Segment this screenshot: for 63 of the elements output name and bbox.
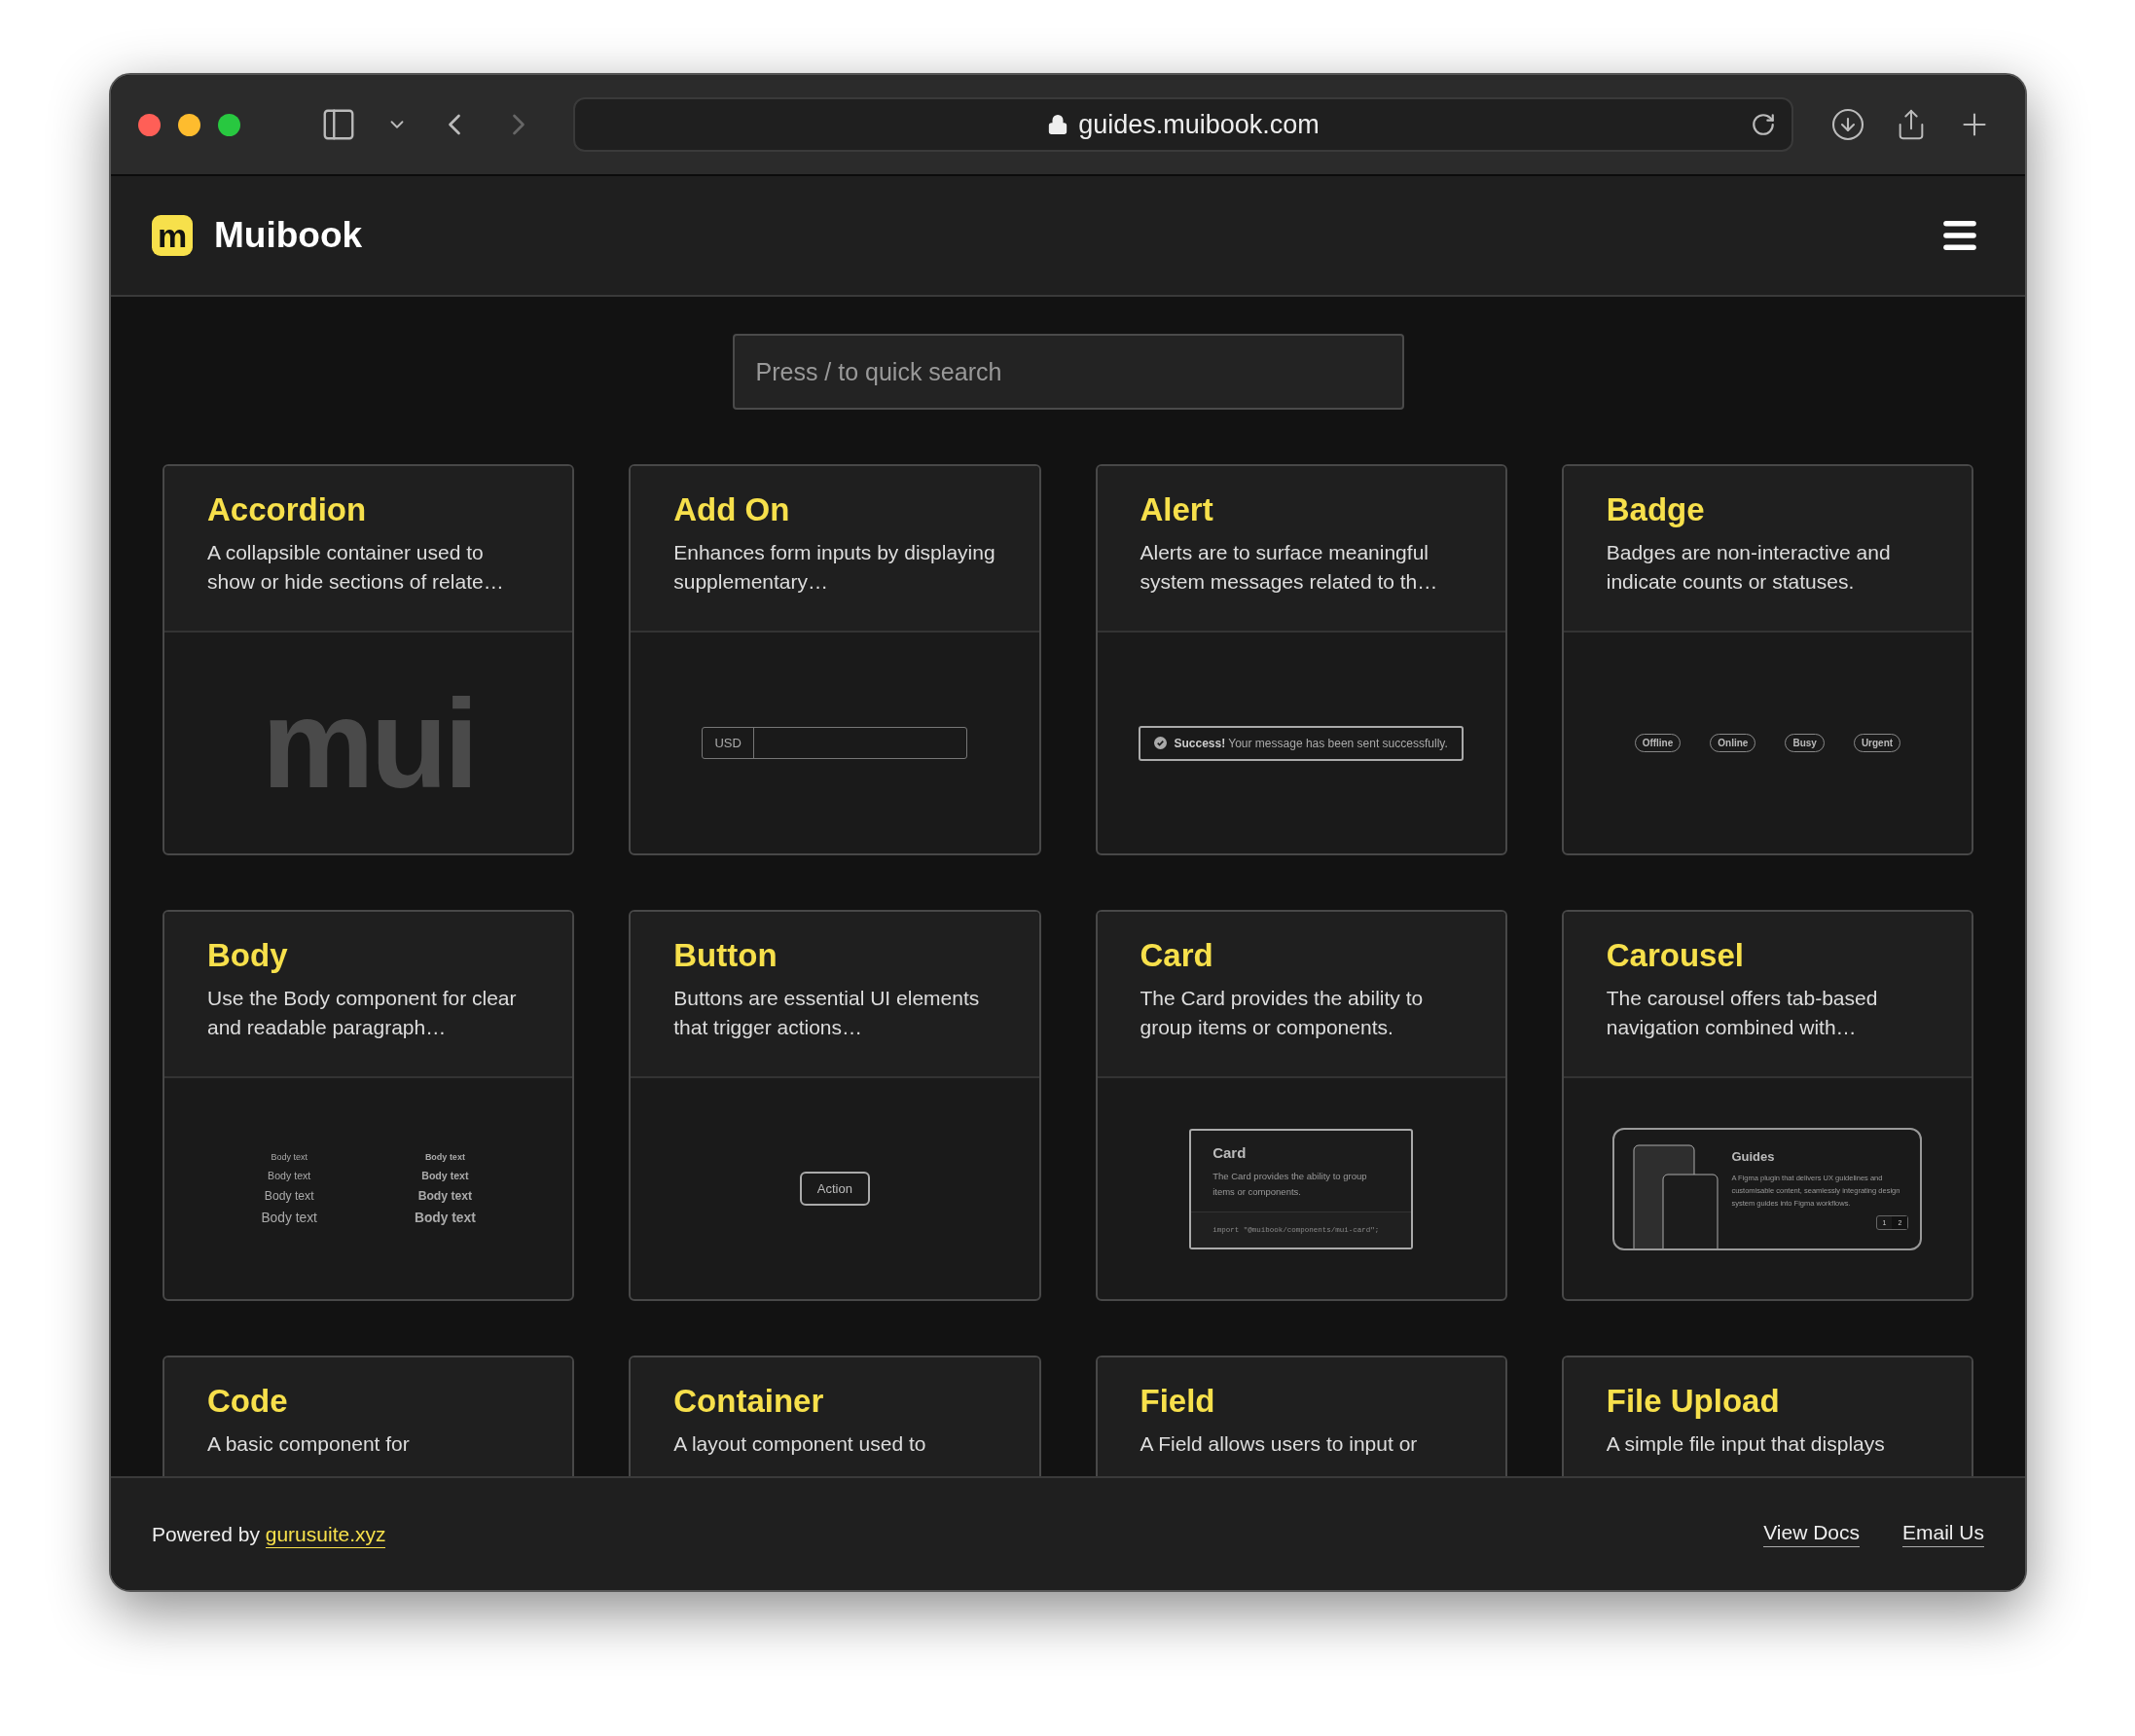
component-card[interactable]: Badge Badges are non-interactive and indicate counts or statuses. Offline Online Busy Urgent bbox=[1561, 464, 1973, 855]
lock-icon bbox=[1047, 114, 1069, 135]
component-card[interactable]: Add On Enhances form inputs by displaying supplementary… USD bbox=[629, 464, 1041, 855]
search-field[interactable]: Press / to quick search bbox=[732, 334, 1404, 410]
footer-link[interactable]: View Docs bbox=[1763, 1521, 1860, 1547]
card-description: The carousel offers tab-based navigation combined with… bbox=[1606, 986, 1879, 1040]
card-description: Badges are non-interactive and indicate counts or statuses. bbox=[1606, 540, 1892, 595]
gurusuite-link[interactable]: gurusuite.xyz bbox=[265, 1522, 386, 1548]
card-description: A collapsible container used to show or hide sections of relate… bbox=[207, 540, 505, 595]
component-card[interactable]: Container A layout component used to bbox=[629, 1356, 1041, 1476]
card-title: Button bbox=[673, 937, 778, 974]
zoom-icon[interactable] bbox=[218, 113, 240, 136]
body-text-sample: Body text bbox=[417, 1189, 473, 1203]
minimize-icon[interactable] bbox=[178, 113, 200, 136]
powered-by-text: Powered by gurusuite.xyz bbox=[152, 1522, 1721, 1546]
card-title: Body bbox=[207, 937, 289, 974]
card-title: Carousel bbox=[1606, 937, 1745, 974]
check-circle-icon bbox=[1154, 737, 1168, 749]
component-card[interactable]: Button Buttons are essential UI elements that trigger actions… Action bbox=[629, 910, 1041, 1301]
addon-input[interactable]: USD bbox=[702, 727, 968, 759]
logo: m bbox=[152, 215, 193, 256]
carousel-slide-title: Guides bbox=[1731, 1148, 1776, 1164]
footer-link[interactable]: Email Us bbox=[1902, 1521, 1984, 1547]
card-title: Badge bbox=[1606, 491, 1706, 528]
action-button[interactable]: Action bbox=[799, 1172, 870, 1206]
brand-name: Muibook bbox=[214, 215, 364, 256]
close-icon[interactable] bbox=[138, 113, 161, 136]
body-text-sample: Body text bbox=[264, 1189, 314, 1203]
component-card[interactable]: Alert Alerts are to surface meaningful system messages related to th… Success! Your message has been sent successfully. bbox=[1095, 464, 1507, 855]
card-title: Add On bbox=[673, 491, 791, 528]
card-title: Field bbox=[1140, 1383, 1216, 1420]
card-description: A Field allows users to input or bbox=[1140, 1431, 1419, 1457]
card-title: Code bbox=[207, 1383, 289, 1420]
card-description: Alerts are to surface meaningful system messages related to th… bbox=[1140, 540, 1439, 595]
card-sample-title: Card bbox=[1212, 1143, 1248, 1161]
card-description: Buttons are essential UI elements that trigger actions… bbox=[673, 986, 981, 1040]
body-text-sample: Body text bbox=[421, 1170, 469, 1181]
address-bar[interactable]: guides.muibook.com bbox=[573, 97, 1793, 152]
body-text-sample: Body text bbox=[414, 1211, 476, 1225]
card-sample-text: The Card provides the ability to group items or components. bbox=[1212, 1169, 1368, 1199]
card-title: File Upload bbox=[1606, 1383, 1781, 1420]
component-card[interactable]: Code A basic component for bbox=[163, 1356, 575, 1476]
body-text-sample: Body text bbox=[271, 1152, 308, 1162]
alert-message: Success! Your message has been sent successfully. bbox=[1174, 736, 1448, 750]
card-title: Container bbox=[673, 1383, 825, 1420]
card-description: The Card provides the ability to group items or components. bbox=[1140, 986, 1425, 1040]
card-title: Card bbox=[1140, 937, 1214, 974]
body-text-sample: Body text bbox=[424, 1152, 465, 1162]
card-title: Alert bbox=[1140, 491, 1214, 528]
card-description: Use the Body component for clear and readable paragraph… bbox=[207, 986, 518, 1040]
component-card[interactable]: Field A Field allows users to input or bbox=[1095, 1356, 1507, 1476]
card-description: A basic component for bbox=[207, 1431, 411, 1457]
card-description: Enhances form inputs by displaying supplementary… bbox=[673, 540, 996, 595]
body-text-sample: Body text bbox=[268, 1170, 311, 1181]
card-description: A layout component used to bbox=[673, 1431, 927, 1457]
component-card[interactable]: File Upload A simple file input that displays bbox=[1561, 1356, 1973, 1476]
component-card[interactable]: Body Use the Body component for clear and readable paragraph… Body text Body text Body text Body text Body text Body text Body text Body text bbox=[163, 910, 575, 1301]
body-text-sample: Body text bbox=[261, 1211, 317, 1225]
card-title: Accordion bbox=[207, 491, 368, 528]
addon-label: USD bbox=[703, 728, 754, 758]
url-text: guides.muibook.com bbox=[1078, 109, 1320, 140]
reload-icon[interactable] bbox=[1751, 112, 1776, 137]
card-description: A simple file input that displays bbox=[1606, 1431, 1886, 1457]
